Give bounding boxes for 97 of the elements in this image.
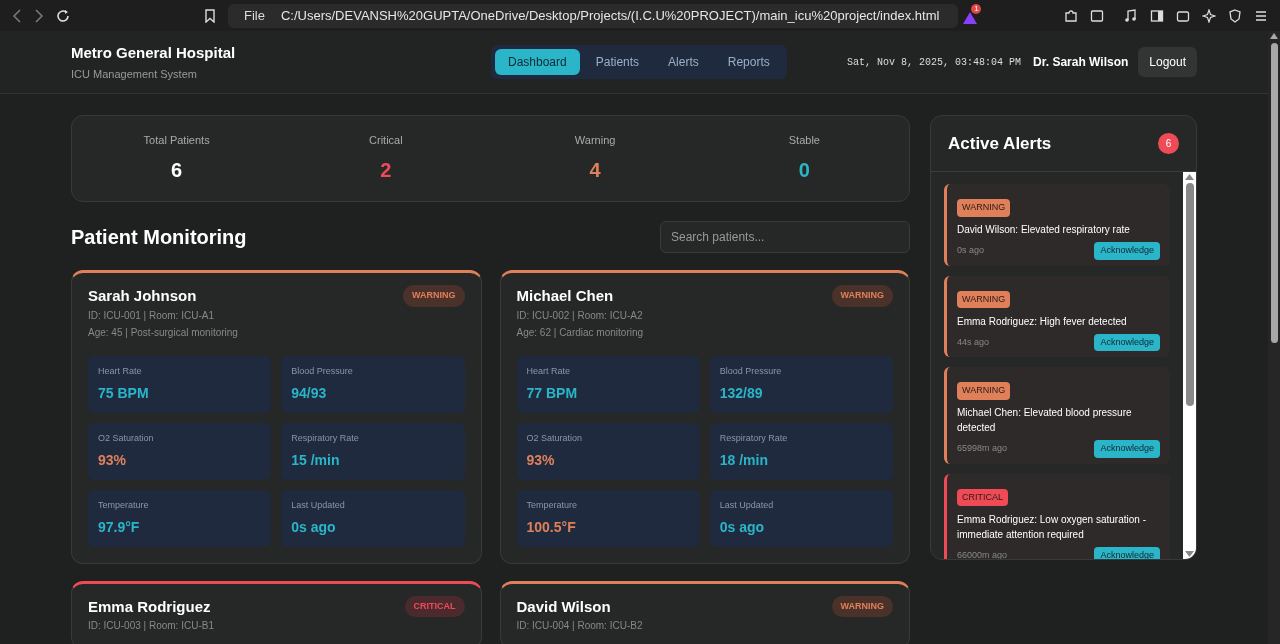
acknowledge-button[interactable]: Acknowledge — [1094, 333, 1160, 351]
vital-value: 100.5°F — [526, 518, 577, 537]
scrollbar[interactable] — [1183, 172, 1196, 559]
rewards-button[interactable]: 1 — [963, 7, 978, 24]
vital-label: Last Updated — [291, 498, 346, 512]
vital-value: 94/93 — [291, 384, 328, 403]
search-field[interactable]: Search patients... — [660, 221, 910, 253]
logout-button[interactable]: Logout — [1138, 47, 1197, 77]
stat-value: 0 — [798, 158, 810, 184]
nav-tab[interactable]: Dashboard — [495, 49, 580, 75]
vital-label: Blood Pressure — [719, 364, 783, 378]
patient-info: Age: 45 | Post-surgical monitoring — [88, 325, 239, 339]
wallet-icon[interactable] — [1176, 8, 1190, 23]
stat-value: 4 — [589, 158, 601, 184]
alert-count-badge: 6 — [1158, 133, 1179, 154]
status-badge: CRITICAL — [404, 595, 465, 617]
user-name: Dr. Sarah Wilson — [1033, 54, 1129, 71]
triangle-icon — [963, 11, 978, 24]
menu-icon[interactable] — [1254, 8, 1268, 23]
page-scrollbar[interactable] — [1268, 31, 1280, 644]
scroll-down-icon[interactable] — [1185, 551, 1194, 557]
file-label: File — [244, 6, 265, 25]
vital-value: 75 BPM — [98, 384, 150, 403]
forward-icon[interactable] — [34, 8, 44, 23]
music-icon[interactable] — [1124, 8, 1138, 23]
vital-value: 97.9°F — [98, 518, 141, 537]
sparkle-icon[interactable] — [1202, 8, 1216, 23]
vital-value: 77 BPM — [526, 384, 579, 403]
window-icon[interactable] — [1090, 8, 1104, 23]
alert-message: Emma Rodriguez: High fever detected — [957, 314, 1128, 329]
bookmark-icon[interactable] — [204, 8, 216, 23]
alert-message: Emma Rodriguez: Low oxygen saturation - immediate attention required — [957, 512, 1147, 542]
alert-tag: WARNING — [957, 199, 1011, 217]
alert-time: 44s ago — [957, 335, 990, 349]
shield-icon[interactable] — [1228, 8, 1242, 23]
vital-value: 18 /min — [719, 451, 769, 470]
alert-message: David Wilson: Elevated respiratory rate — [957, 223, 1131, 237]
section-title: Patient Monitoring — [71, 225, 247, 250]
stat-label: Total Patients — [143, 132, 210, 148]
patient-name: Sarah Johnson — [88, 286, 197, 306]
date-time: Sat, Nov 8, 2025, 03:48:04 PM — [847, 55, 1022, 70]
vital-value: 93% — [98, 451, 128, 470]
alert-tag: CRITICAL — [957, 488, 1008, 506]
nav-tab[interactable]: Reports — [714, 49, 783, 75]
patient-info: Age: 62 | Cardiac monitoring — [516, 325, 645, 339]
status-badge: WARNING — [831, 595, 893, 617]
alert-time: 66000m ago — [957, 548, 1008, 559]
status-badge: WARNING — [831, 285, 893, 307]
vital-value: 132/89 — [719, 384, 764, 403]
vital-label: Temperature — [526, 498, 579, 512]
patient-name: Emma Rodriguez — [88, 596, 211, 617]
vital-label: Temperature — [98, 498, 150, 512]
notification-count: 1 — [971, 3, 982, 14]
reload-icon[interactable] — [56, 8, 70, 23]
patient-name: Michael Chen — [516, 286, 614, 306]
sidebar-icon[interactable] — [1150, 8, 1164, 23]
alert-tag: WARNING — [957, 290, 1011, 308]
vital-label: O2 Saturation — [98, 431, 155, 445]
alerts-title: Active Alerts — [948, 132, 1052, 155]
puzzle-icon[interactable] — [1064, 8, 1078, 23]
hospital-title: Metro General Hospital — [71, 42, 237, 63]
back-icon[interactable] — [12, 8, 22, 23]
vital-value: 0s ago — [719, 518, 766, 537]
vital-label: O2 Saturation — [526, 431, 584, 445]
vital-label: Respiratory Rate — [719, 431, 789, 445]
vital-value: 0s ago — [291, 518, 337, 537]
vital-value: 15 /min — [291, 451, 341, 470]
status-badge: WARNING — [403, 285, 465, 307]
vital-value: 93% — [526, 451, 556, 470]
vital-label: Heart Rate — [98, 364, 143, 378]
acknowledge-button[interactable]: Acknowledge — [1094, 242, 1160, 260]
nav-tab[interactable]: Patients — [582, 49, 653, 75]
stat-label: Stable — [788, 132, 820, 148]
scroll-up-icon[interactable] — [1270, 33, 1278, 39]
url-text: C:/Users/DEVANSH%20GUPTA/OneDrive/Desktop/Projects/(I.C.U%20PROJECT)/main_icu%20project/index.html — [280, 6, 940, 25]
vital-label: Blood Pressure — [291, 364, 354, 378]
acknowledge-button[interactable]: Acknowledge — [1094, 440, 1160, 458]
patient-name: David Wilson — [516, 596, 611, 617]
alert-message: Michael Chen: Elevated blood pressure detected — [957, 406, 1133, 435]
scroll-up-icon[interactable] — [1185, 174, 1194, 180]
stat-label: Critical — [369, 132, 403, 148]
alert-time: 65998m ago — [957, 442, 1008, 455]
alert-time: 0s ago — [957, 244, 985, 257]
patient-id: ID: ICU-004 | Room: ICU-B2 — [516, 619, 644, 632]
patient-id: ID: ICU-003 | Room: ICU-B1 — [88, 619, 215, 632]
hospital-subtitle: ICU Management System — [71, 67, 198, 82]
alert-tag: WARNING — [957, 382, 1011, 400]
nav-tab[interactable]: Alerts — [655, 49, 712, 75]
patient-id: ID: ICU-002 | Room: ICU-A2 — [516, 308, 644, 322]
stat-label: Warning — [574, 132, 616, 148]
stat-value: 2 — [380, 158, 392, 184]
vital-label: Last Updated — [719, 498, 775, 512]
stat-value: 6 — [171, 158, 183, 184]
vital-label: Heart Rate — [526, 364, 572, 378]
vital-label: Respiratory Rate — [291, 431, 360, 445]
patient-id: ID: ICU-001 | Room: ICU-A1 — [88, 308, 215, 322]
acknowledge-button[interactable]: Acknowledge — [1094, 546, 1160, 559]
